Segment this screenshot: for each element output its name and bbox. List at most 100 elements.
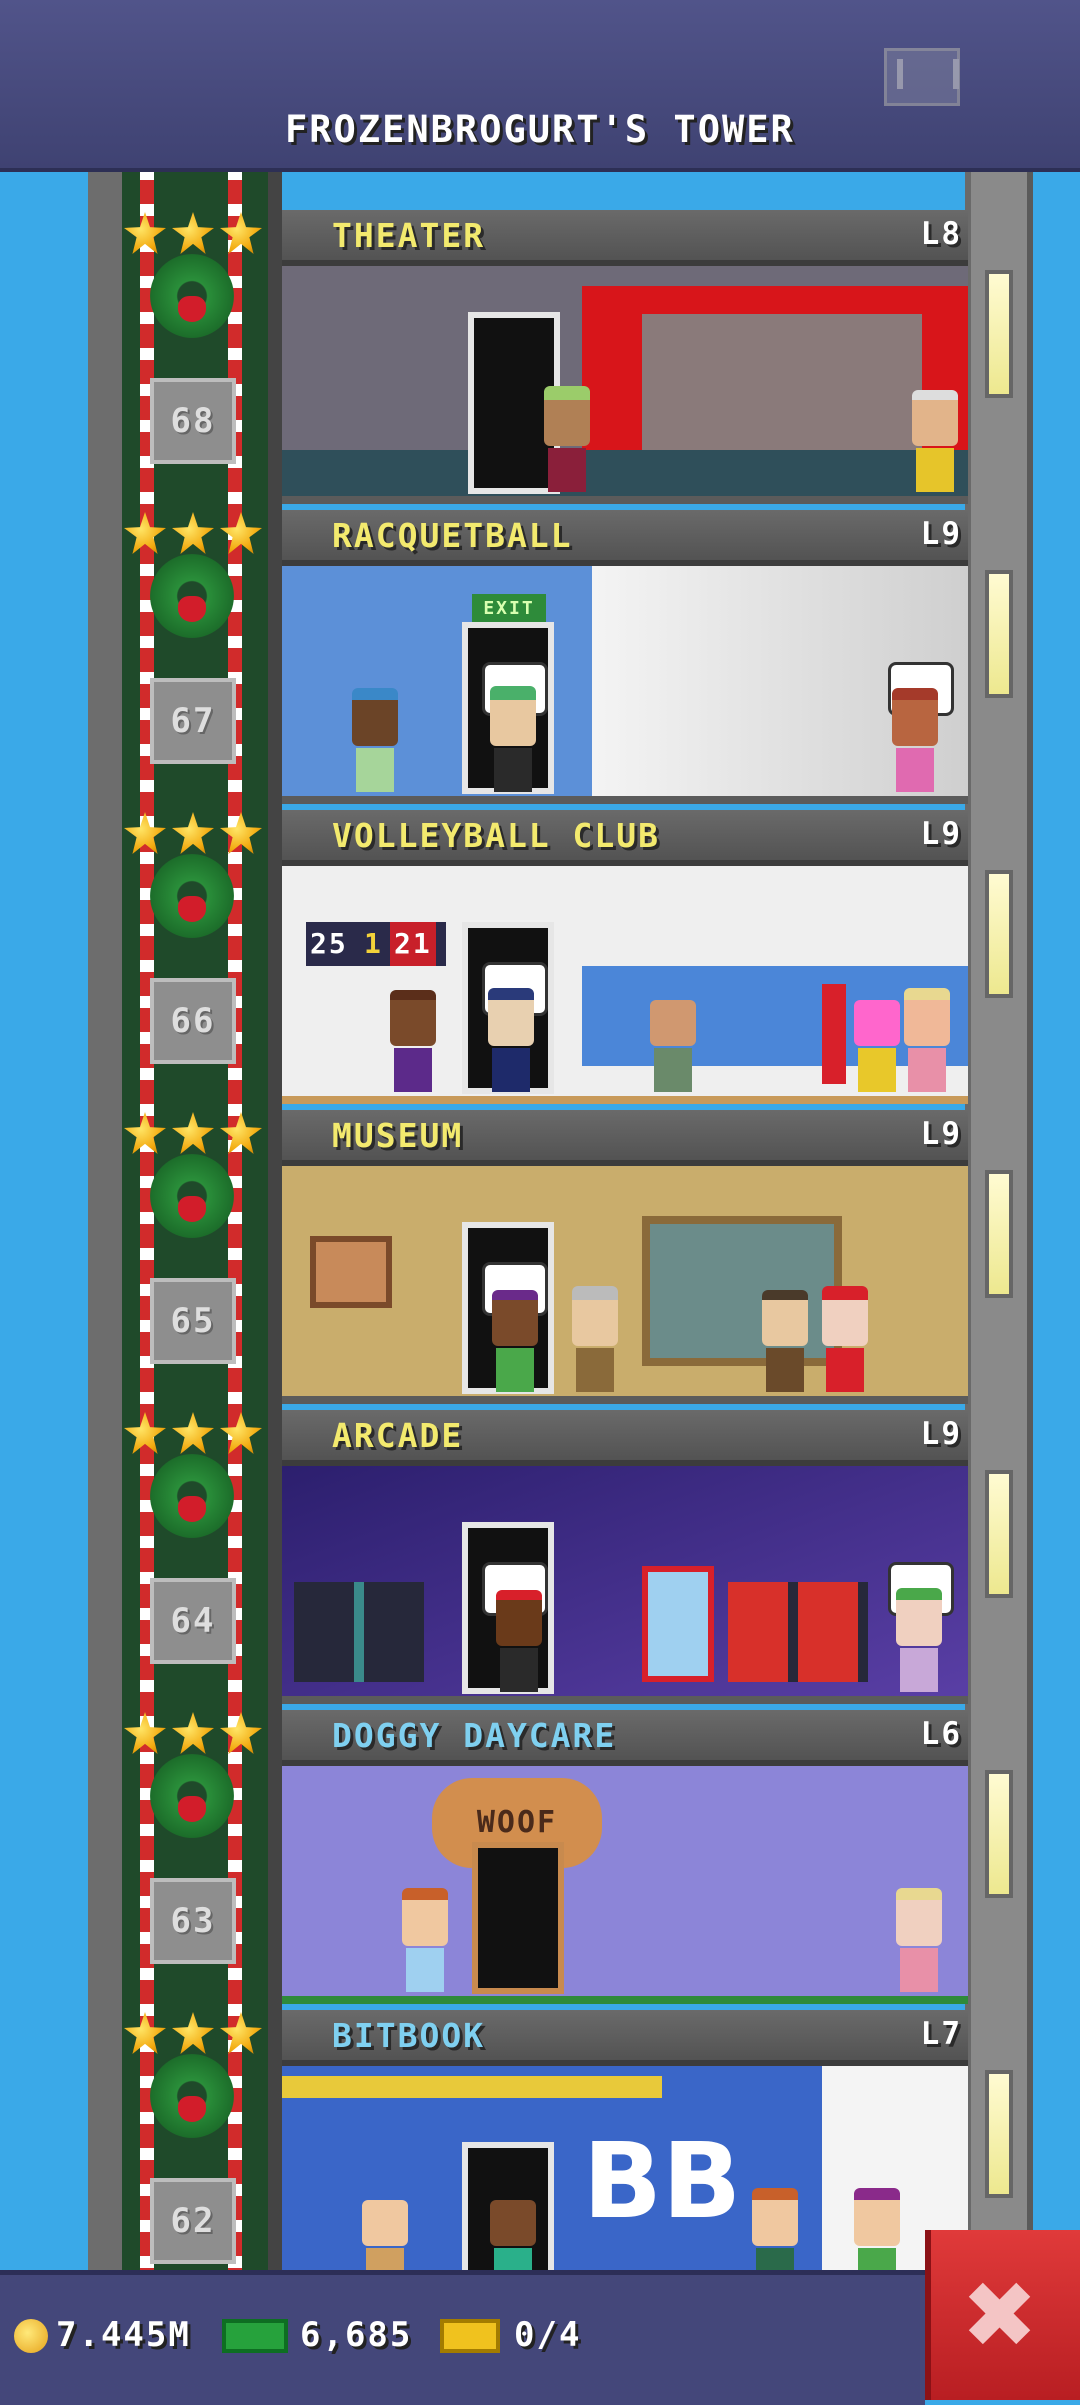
star-icon [124,2012,166,2054]
elevator-floor-number: 64 [150,1578,236,1664]
close-icon: ✖ [961,2262,1039,2369]
museum-room [282,1166,968,1404]
floor-name: ARCADE [332,1416,464,1455]
floor-museum[interactable]: MUSEUM L9 [282,1110,968,1410]
dinosaur-exhibit [642,1216,842,1366]
floor-theater[interactable]: THEATER L8 [282,210,968,510]
tower-title: FROZENBROGURT'S TOWER [285,108,795,151]
bitizen[interactable] [752,2188,798,2270]
ceiling-pipe [282,2076,662,2098]
stage [642,314,922,464]
bitizen[interactable] [490,2200,536,2270]
bux-value: 6,685 [300,2315,413,2355]
arcade-room [282,1466,968,1704]
elevator-stars [124,212,264,256]
star-icon [172,212,214,254]
floor-base [282,1396,968,1404]
star-icon [172,2012,214,2054]
bitizen[interactable] [544,386,590,492]
bitizen[interactable] [896,1588,942,1692]
bitizen[interactable] [402,1888,448,1992]
bitizen[interactable] [490,686,536,792]
star-icon [220,1712,262,1754]
wreath-icon [150,1154,234,1238]
floor-name: MUSEUM [332,1116,464,1155]
floor-doggy-daycare[interactable]: DOGGY DAYCARE L6 WOOF [282,1710,968,2010]
elevator-stars [124,1712,264,1756]
bitizen[interactable] [488,988,534,1092]
floor-level: L6 [920,1716,962,1752]
floor-level: L9 [920,816,962,852]
status-bar: 7.445M 6,685 0/4 [0,2270,925,2405]
star-icon [172,812,214,854]
floor-name: THEATER [332,216,486,255]
bitbook-room: BB [282,2066,968,2270]
floor-racquetball[interactable]: RACQUETBALL L9 EXIT [282,510,968,810]
tower-window-light [985,1170,1013,1298]
volleyball-room: 25 1 21 [282,866,968,1104]
star-icon [172,1412,214,1454]
tower-window-light [985,870,1013,998]
wreath-icon [150,2054,234,2138]
bitizen[interactable] [572,1286,618,1392]
star-icon [220,2012,262,2054]
elevator-floor-number: 68 [150,378,236,464]
bitbook-logo: BB [582,2120,742,2242]
star-icon [124,1712,166,1754]
bitizen[interactable] [822,1286,868,1392]
star-icon [220,512,262,554]
volleyball-net-pole [822,984,846,1084]
wreath-icon [150,1754,234,1838]
bitizen[interactable] [362,2200,408,2270]
bitizen[interactable] [896,1888,942,1992]
star-icon [124,812,166,854]
floor-bitbook[interactable]: BITBOOK L7 BB [282,2010,968,2270]
tower-window-light [985,570,1013,698]
elevator-floor-number: 65 [150,1278,236,1364]
floor-arcade[interactable]: ARCADE L9 [282,1410,968,1710]
bitizen[interactable] [854,2188,900,2270]
bitizen[interactable] [492,1290,538,1392]
bitizen[interactable] [650,1000,696,1092]
scoreboard: 25 1 21 [306,922,446,966]
bitizen[interactable] [762,1290,808,1392]
wreath-icon [150,554,234,638]
floor-base [282,796,968,804]
star-icon [220,1412,262,1454]
ticket-icon [440,2319,500,2353]
bitizen[interactable] [390,990,436,1092]
bitizen[interactable] [352,688,398,792]
elevator-stars [124,512,264,556]
coins-value: 7.445M [56,2315,191,2355]
floor-level: L9 [920,1116,962,1152]
star-icon [172,512,214,554]
star-icon [124,1412,166,1454]
elevator-stars [124,1412,264,1456]
tower-window-light [985,1770,1013,1898]
star-icon [124,212,166,254]
coin-icon [14,2319,48,2353]
floor-label-bar: RACQUETBALL L9 [282,510,968,566]
bitizen[interactable] [904,988,950,1092]
floor-base [282,1096,968,1104]
star-icon [172,1712,214,1754]
bitizen[interactable] [496,1590,542,1692]
elevator-stars [124,1112,264,1156]
racquetball-room: EXIT [282,566,968,804]
bitizen[interactable] [854,1000,900,1092]
star-icon [220,1112,262,1154]
bitizen[interactable] [912,390,958,492]
score-left: 25 [310,927,348,960]
floor-level: L9 [920,516,962,552]
star-icon [124,1112,166,1154]
star-icon [220,212,262,254]
tower-title-bar: FROZENBROGURT'S TOWER [0,0,1080,172]
mail-icon[interactable] [884,48,960,106]
bitizen[interactable] [892,688,938,792]
close-button[interactable]: ✖ [925,2230,1080,2400]
floor-name: BITBOOK [332,2016,486,2055]
wreath-icon [150,254,234,338]
floor-volleyball-club[interactable]: VOLLEYBALL CLUB L9 25 1 21 [282,810,968,1110]
floor-base [282,1696,968,1704]
audience-seats [282,450,968,496]
